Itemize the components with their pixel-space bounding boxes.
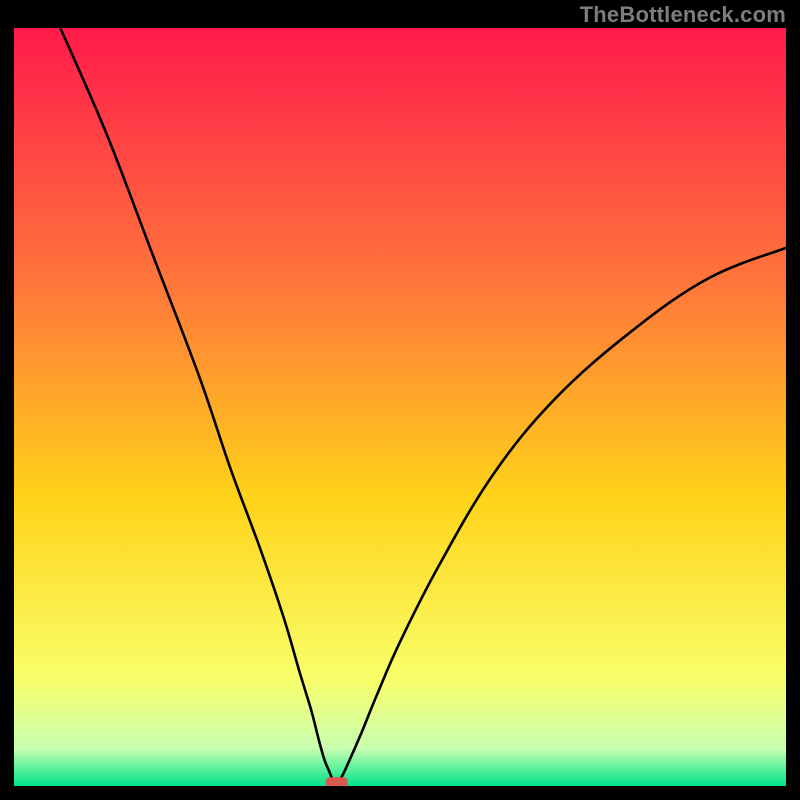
gradient-background bbox=[14, 28, 786, 786]
bottleneck-plot bbox=[14, 28, 786, 786]
optimal-marker bbox=[326, 777, 348, 786]
watermark-text: TheBottleneck.com bbox=[580, 2, 786, 28]
chart-stage: TheBottleneck.com bbox=[0, 0, 800, 800]
